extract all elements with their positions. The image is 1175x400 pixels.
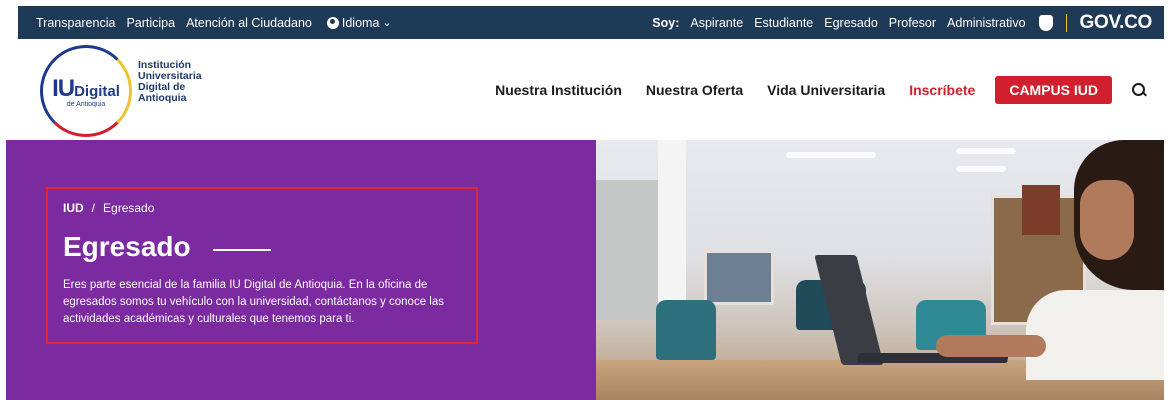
language-label: Idioma	[341, 15, 380, 30]
logo-sub: de Antioquia	[66, 100, 106, 108]
soy-label: Soy:	[652, 15, 680, 30]
breadcrumb-home[interactable]: IUD	[63, 201, 84, 215]
breadcrumb-current: Egresado	[103, 201, 155, 215]
link-participa[interactable]: Participa	[126, 16, 175, 30]
logo-emblem: IU Digital de Antioquia	[40, 45, 132, 137]
link-transparencia[interactable]: Transparencia	[36, 16, 115, 30]
page: Transparencia Participa Atención al Ciud…	[0, 0, 1175, 400]
gov-shield-icon	[1038, 14, 1053, 31]
photo-person-face	[1080, 180, 1134, 260]
campus-iud-button[interactable]: CAMPUS IUD	[995, 75, 1112, 104]
link-atencion-ciudadano[interactable]: Atención al Ciudadano	[186, 16, 312, 30]
breadcrumb: IUD / Egresado	[63, 201, 462, 215]
language-selector[interactable]: Idioma ⌄	[326, 15, 392, 30]
site-logo[interactable]: IU Digital de Antioquia Institución Univ…	[40, 45, 202, 137]
nav-nuestra-oferta[interactable]: Nuestra Oferta	[646, 82, 743, 98]
globe-icon	[326, 16, 339, 29]
photo-book	[1022, 185, 1060, 235]
page-title: Egresado	[63, 231, 191, 262]
nav-inscribete[interactable]: Inscríbete	[909, 82, 975, 98]
topbar-left-links: Transparencia Participa Atención al Ciud…	[36, 16, 392, 30]
photo-board	[596, 180, 658, 320]
logo-iu: IU	[52, 74, 75, 102]
link-profesor[interactable]: Profesor	[889, 16, 936, 30]
main-header: IU Digital de Antioquia Institución Univ…	[18, 39, 1164, 140]
logo-text-line: Antioquia	[138, 92, 187, 104]
photo-person-arm	[936, 335, 1046, 357]
hero-photo	[596, 140, 1164, 400]
hero-description: Eres parte esencial de la familia IU Dig…	[63, 279, 444, 325]
logo-word: Digital	[74, 82, 120, 100]
chevron-down-icon: ⌄	[382, 17, 392, 29]
hero-panel: IUD / Egresado Egresado Eres parte esenc…	[6, 140, 596, 400]
logo-text: Institución Universitaria Digital de Ant…	[138, 60, 202, 104]
gov-co-link[interactable]: GOV.CO	[1080, 12, 1153, 34]
photo-ceiling-light	[956, 166, 1006, 172]
nav-nuestra-institucion[interactable]: Nuestra Institución	[495, 82, 622, 98]
link-egresado[interactable]: Egresado	[824, 16, 878, 30]
logo-mark: IU Digital	[52, 75, 120, 103]
hero-content-box: IUD / Egresado Egresado Eres parte esenc…	[46, 187, 478, 344]
photo-ceiling-light	[956, 148, 1016, 154]
hero-section: IUD / Egresado Egresado Eres parte esenc…	[6, 140, 1164, 400]
main-nav: Nuestra Institución Nuestra Oferta Vida …	[495, 39, 1164, 140]
link-aspirante[interactable]: Aspirante	[690, 16, 743, 30]
photo-chair	[656, 300, 716, 360]
photo-person-body	[1026, 290, 1164, 380]
title-underline	[212, 249, 271, 251]
title-row: Egresado	[63, 231, 462, 263]
photo-ceiling-light	[786, 152, 876, 158]
top-utility-bar: Transparencia Participa Atención al Ciud…	[18, 6, 1164, 39]
photo-shelf	[704, 250, 774, 305]
link-administrativo[interactable]: Administrativo	[947, 16, 1026, 30]
search-icon[interactable]	[1132, 82, 1146, 97]
link-estudiante[interactable]: Estudiante	[754, 16, 813, 30]
gov-divider	[1065, 13, 1067, 32]
breadcrumb-separator: /	[91, 201, 96, 215]
topbar-right-links: Soy: Aspirante Estudiante Egresado Profe…	[652, 12, 1152, 34]
nav-vida-universitaria[interactable]: Vida Universitaria	[767, 82, 885, 98]
